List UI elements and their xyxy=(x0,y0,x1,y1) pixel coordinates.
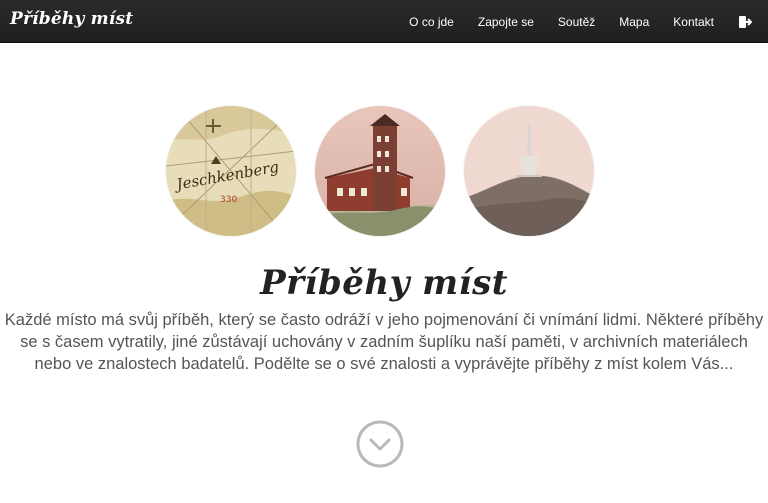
hero-images: Jeschkenberg 330 xyxy=(166,106,594,236)
nav-mapa[interactable]: Mapa xyxy=(619,15,649,29)
mountain-tower-image xyxy=(464,106,594,236)
hero-description: Každé místo má svůj příběh, který se čas… xyxy=(4,311,764,373)
nav-zapojte-se[interactable]: Zapojte se xyxy=(478,15,534,29)
nav-kontakt[interactable]: Kontakt xyxy=(673,15,714,29)
old-map-number: 330 xyxy=(220,195,237,205)
logout-icon[interactable] xyxy=(738,15,752,29)
old-map-image: Jeschkenberg 330 xyxy=(166,106,296,236)
brand-logo[interactable]: Příběhy míst xyxy=(10,9,133,29)
top-navigation-bar: Příběhy míst O co jde Zapojte se Soutěž … xyxy=(0,0,768,43)
main-nav: O co jde Zapojte se Soutěž Mapa Kontakt xyxy=(409,0,752,43)
nav-soutez[interactable]: Soutěž xyxy=(558,15,595,29)
hero-section: Jeschkenberg 330 Příběhy míst Každé míst… xyxy=(0,43,768,503)
hotel-tower-image xyxy=(315,106,445,236)
hero-title: Příběhy míst xyxy=(260,263,508,303)
nav-o-co-jde[interactable]: O co jde xyxy=(409,15,454,29)
chevron-down-circle-icon[interactable] xyxy=(356,420,404,468)
